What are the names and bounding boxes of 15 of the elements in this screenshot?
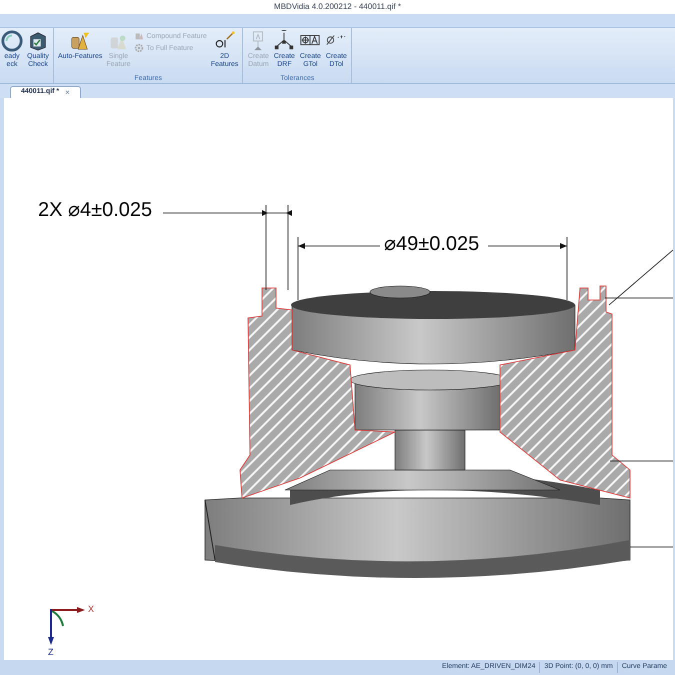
leader-line: [630, 546, 673, 549]
close-tab-button[interactable]: ×: [65, 88, 70, 96]
axis-triad-icon: [45, 606, 85, 646]
leader-line: [605, 248, 673, 308]
leader-line: [610, 460, 673, 463]
shapes-icon: [69, 30, 92, 52]
window-title: MBDVidia 4.0.200212 - 440011.qif *: [274, 1, 401, 13]
shapes-icon: [134, 31, 144, 41]
magnifier-icon: [1, 30, 23, 52]
axis-label: X: [88, 603, 94, 616]
axis-label: Z: [48, 646, 54, 659]
extension-line: [297, 237, 299, 300]
datum-frame-icon: [273, 30, 296, 52]
extension-line: [566, 237, 568, 300]
gear-icon: [134, 43, 144, 53]
